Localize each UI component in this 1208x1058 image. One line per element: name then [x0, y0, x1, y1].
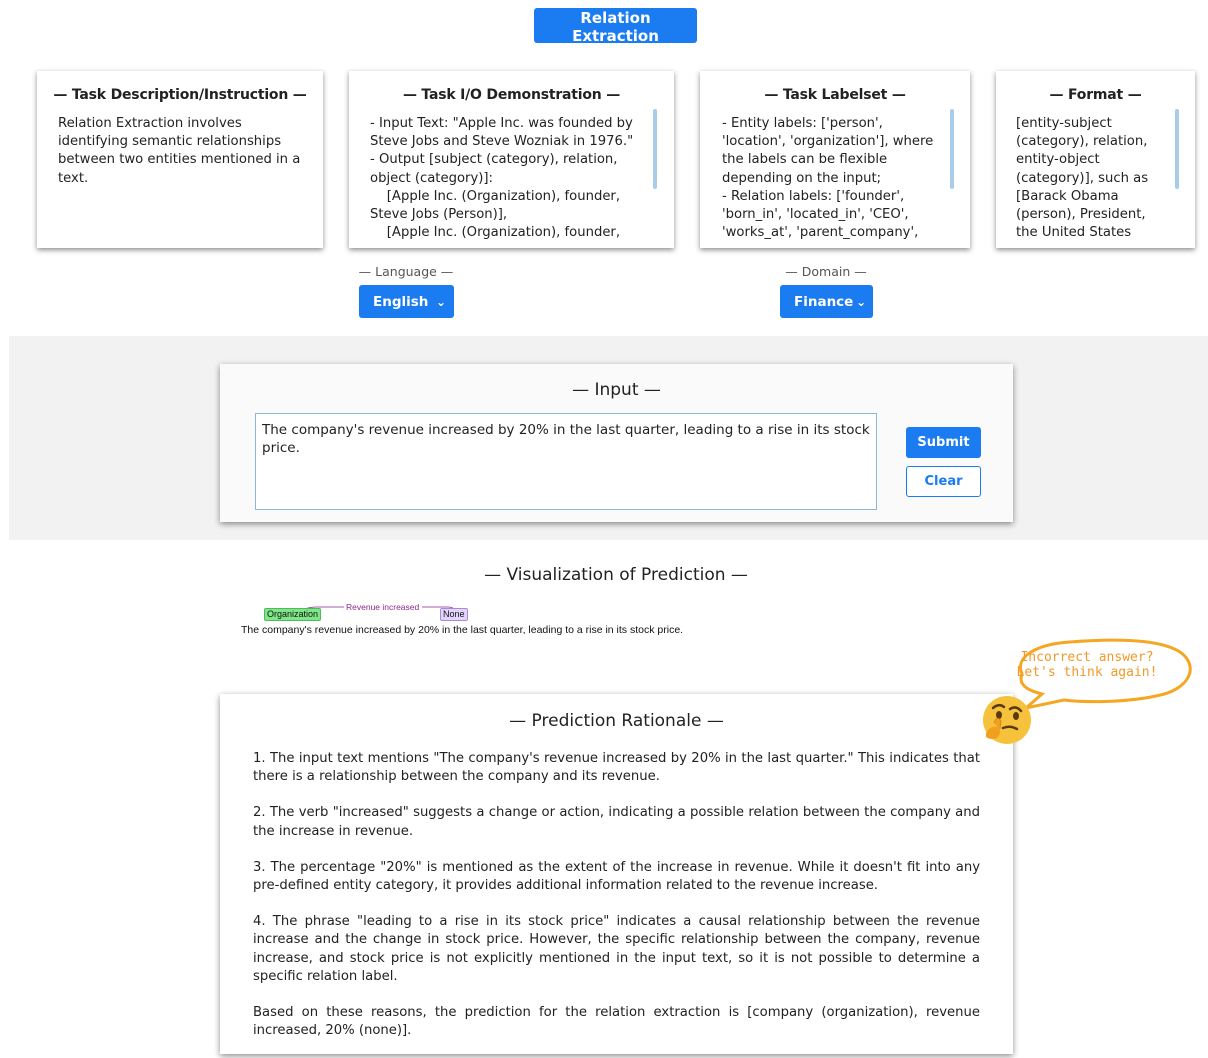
feedback-bubble-text: Incorrect answer? Let's think again!	[1012, 650, 1162, 680]
task-io-scrollbar[interactable]	[653, 109, 657, 189]
feedback-line-2: Let's think again!	[1016, 665, 1158, 680]
rationale-body: 1. The input text mentions "The company'…	[253, 750, 980, 1058]
entity-tag-organization[interactable]: Organization	[264, 608, 322, 621]
relation-extraction-button[interactable]: Relation Extraction	[534, 8, 697, 45]
task-io-title: — Task I/O Demonstration —	[402, 87, 621, 103]
clear-button[interactable]: Clear	[906, 466, 981, 497]
task-io-body[interactable]: - Input Text: "Apple Inc. was founded by…	[370, 115, 648, 243]
task-description-card: — Task Description/Instruction — Relatio…	[37, 71, 323, 248]
format-card: — Format — [entity-subject (category), r…	[996, 71, 1195, 248]
rationale-paragraph: 1. The input text mentions "The company'…	[253, 751, 980, 785]
prediction-rationale-card: — Prediction Rationale — 1. The input te…	[220, 694, 1013, 1054]
rationale-title: — Prediction Rationale —	[509, 711, 724, 731]
task-description-title: — Task Description/Instruction —	[53, 87, 307, 103]
chevron-down-icon: ⌄	[435, 294, 447, 309]
rationale-paragraph: 4. The phrase "leading to a rise in its …	[253, 914, 980, 984]
feedback-line-1: Incorrect answer?	[1020, 650, 1154, 665]
language-select[interactable]: English ⌄	[359, 285, 454, 318]
rationale-paragraph: 3. The percentage "20%" is mentioned as …	[253, 859, 980, 894]
submit-button[interactable]: Submit	[906, 427, 981, 458]
thinking-face-icon[interactable]	[980, 693, 1034, 747]
rationale-paragraph: 2. The verb "increased" suggests a chang…	[253, 805, 980, 839]
task-description-body: Relation Extraction involves identifying…	[58, 116, 305, 186]
rationale-paragraph: Based on these reasons, the prediction f…	[253, 1005, 980, 1039]
language-value: English	[373, 293, 429, 310]
domain-label: — Domain —	[785, 264, 867, 279]
task-labelset-card: — Task Labelset — - Entity labels: ['per…	[700, 71, 970, 248]
input-card: — Input — The company's revenue increase…	[220, 364, 1013, 522]
relation-label: Revenue increased	[346, 602, 420, 612]
visualization-title: — Visualization of Prediction —	[484, 565, 748, 585]
task-io-card: — Task I/O Demonstration — - Input Text:…	[349, 71, 674, 248]
entity-tag-none[interactable]: None	[440, 608, 468, 621]
chevron-down-icon: ⌄	[856, 294, 867, 309]
language-label: — Language —	[358, 264, 454, 279]
task-labelset-title: — Task Labelset —	[764, 87, 906, 103]
format-title: — Format —	[1049, 87, 1142, 103]
format-body[interactable]: [entity-subject (category), relation, en…	[1016, 115, 1169, 243]
visualized-sentence: The company's revenue increased by 20% i…	[241, 624, 684, 636]
task-labelset-body[interactable]: - Entity labels: ['person', 'location', …	[722, 115, 946, 243]
domain-value: Finance	[794, 293, 854, 310]
input-textarea[interactable]: The company's revenue increased by 20% i…	[255, 413, 877, 510]
task-labelset-scrollbar[interactable]	[950, 109, 954, 189]
input-title: — Input —	[572, 380, 661, 400]
prediction-visualization: Organization Revenue increased None The …	[236, 600, 796, 640]
format-scrollbar[interactable]	[1175, 109, 1179, 189]
domain-select[interactable]: Finance ⌄	[780, 285, 873, 318]
